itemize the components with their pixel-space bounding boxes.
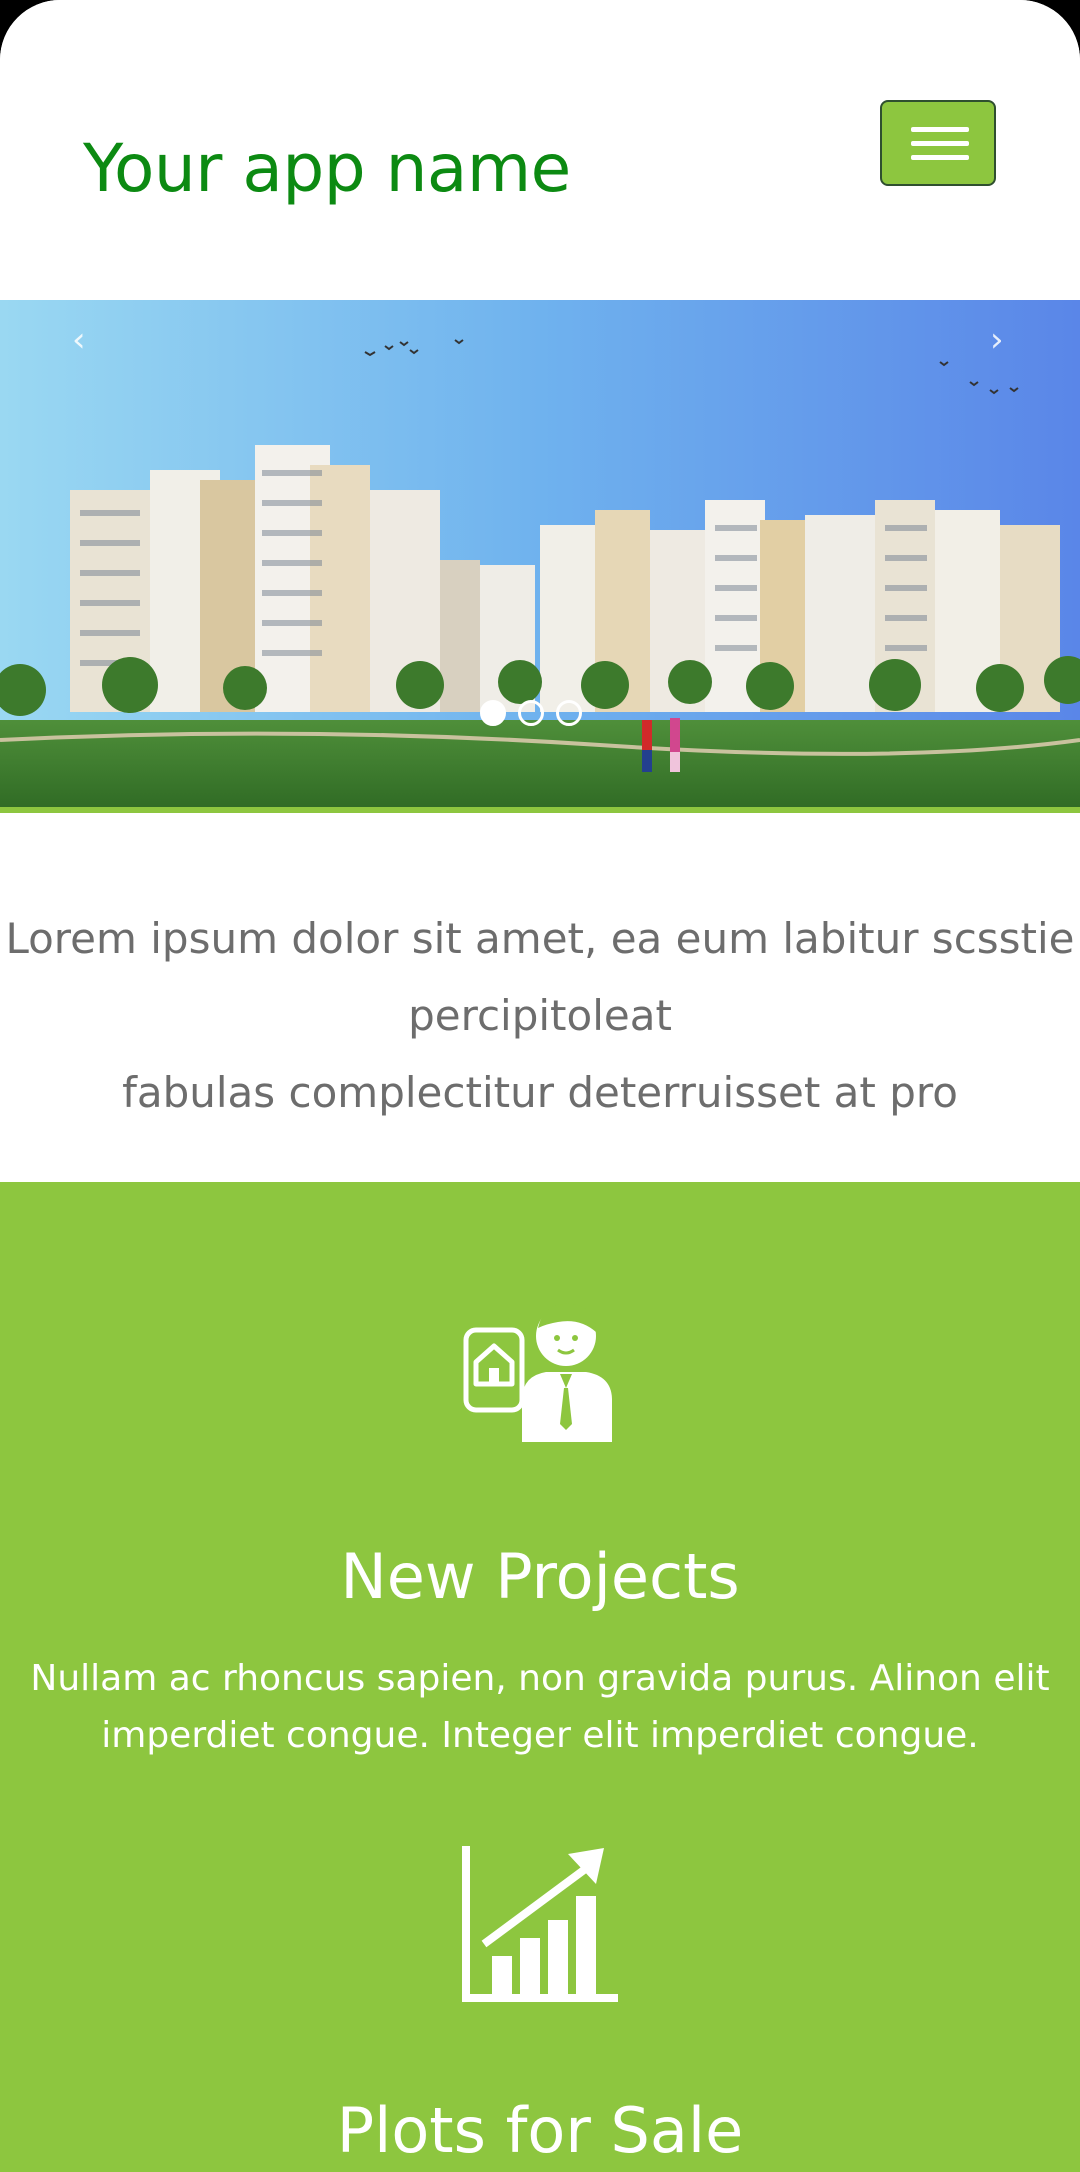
app-screen: Your app name ‹ › Lorem ipsum dolor sit … <box>0 0 1080 2172</box>
feature-title-new-projects: New Projects <box>340 1540 740 1613</box>
app-header: Your app name <box>0 0 1080 300</box>
carousel-dot-1[interactable] <box>480 700 506 726</box>
image-carousel[interactable]: ‹ › <box>0 300 1080 812</box>
carousel-dot-3[interactable] <box>556 700 582 726</box>
agent-with-house-icon <box>463 1303 612 1442</box>
carousel-dot-2[interactable] <box>518 700 544 726</box>
intro-line-3: fabulas complectitur deterruisset at pro <box>122 1068 958 1117</box>
carousel-indicators <box>480 700 582 730</box>
hamburger-menu-icon-bar <box>911 141 969 146</box>
features-section: New Projects Nullam ac rhoncus sapien, n… <box>0 1182 1080 2172</box>
carousel-slide-image <box>0 300 1080 812</box>
app-title: Your app name <box>83 130 571 207</box>
feature-title-plots-for-sale: Plots for Sale <box>336 2094 744 2167</box>
hamburger-menu-button[interactable] <box>880 100 996 186</box>
growth-chart-icon <box>462 1846 618 2002</box>
feature-description-new-projects: Nullam ac rhoncus sapien, non gravida pu… <box>0 1650 1080 1764</box>
feature-desc-line-1: Nullam ac rhoncus sapien, non gravida pu… <box>30 1658 1050 1699</box>
hamburger-menu-icon <box>911 127 969 132</box>
carousel-divider <box>0 807 1080 813</box>
intro-line-2: percipitoleat <box>408 991 672 1040</box>
intro-text: Lorem ipsum dolor sit amet, ea eum labit… <box>0 900 1080 1131</box>
carousel-prev-arrow[interactable]: ‹ <box>72 320 86 360</box>
feature-desc-line-2: imperdiet congue. Integer elit imperdiet… <box>101 1715 979 1756</box>
hamburger-menu-icon-bar <box>911 155 969 160</box>
intro-line-1: Lorem ipsum dolor sit amet, ea eum labit… <box>5 914 1075 963</box>
carousel-next-arrow[interactable]: › <box>990 320 1004 360</box>
